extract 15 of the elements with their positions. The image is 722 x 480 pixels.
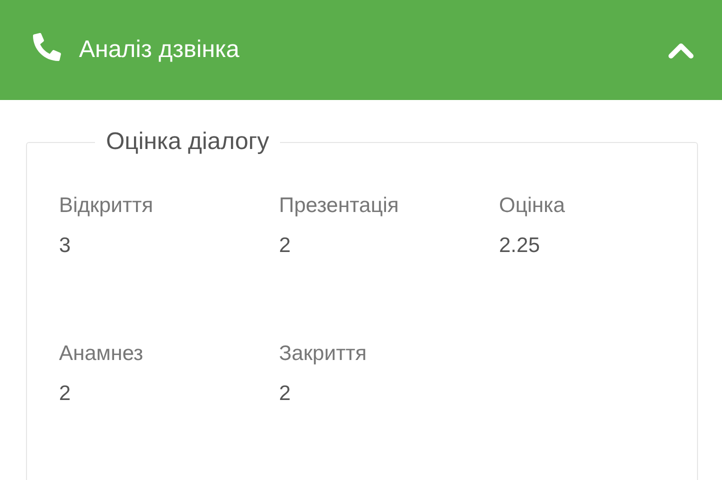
field-label: Відкриття bbox=[59, 194, 154, 218]
field-label: Презентація bbox=[279, 194, 400, 218]
field-value: 2.25 bbox=[499, 234, 541, 258]
chevron-icon bbox=[668, 41, 694, 59]
field-value: 3 bbox=[59, 234, 72, 258]
field-label: Закриття bbox=[279, 342, 368, 366]
field-value: 2 bbox=[279, 234, 292, 258]
phone-icon bbox=[33, 33, 61, 61]
collapse-button[interactable] bbox=[668, 41, 694, 59]
field-label: Анамнез bbox=[59, 342, 144, 366]
panel-title: Аналіз дзвінка bbox=[79, 36, 240, 64]
section-legend: Оцінка діалогу bbox=[95, 128, 280, 156]
field-value: 2 bbox=[279, 382, 292, 406]
field-value: 2 bbox=[59, 382, 72, 406]
field-label: Оцінка bbox=[499, 194, 566, 218]
